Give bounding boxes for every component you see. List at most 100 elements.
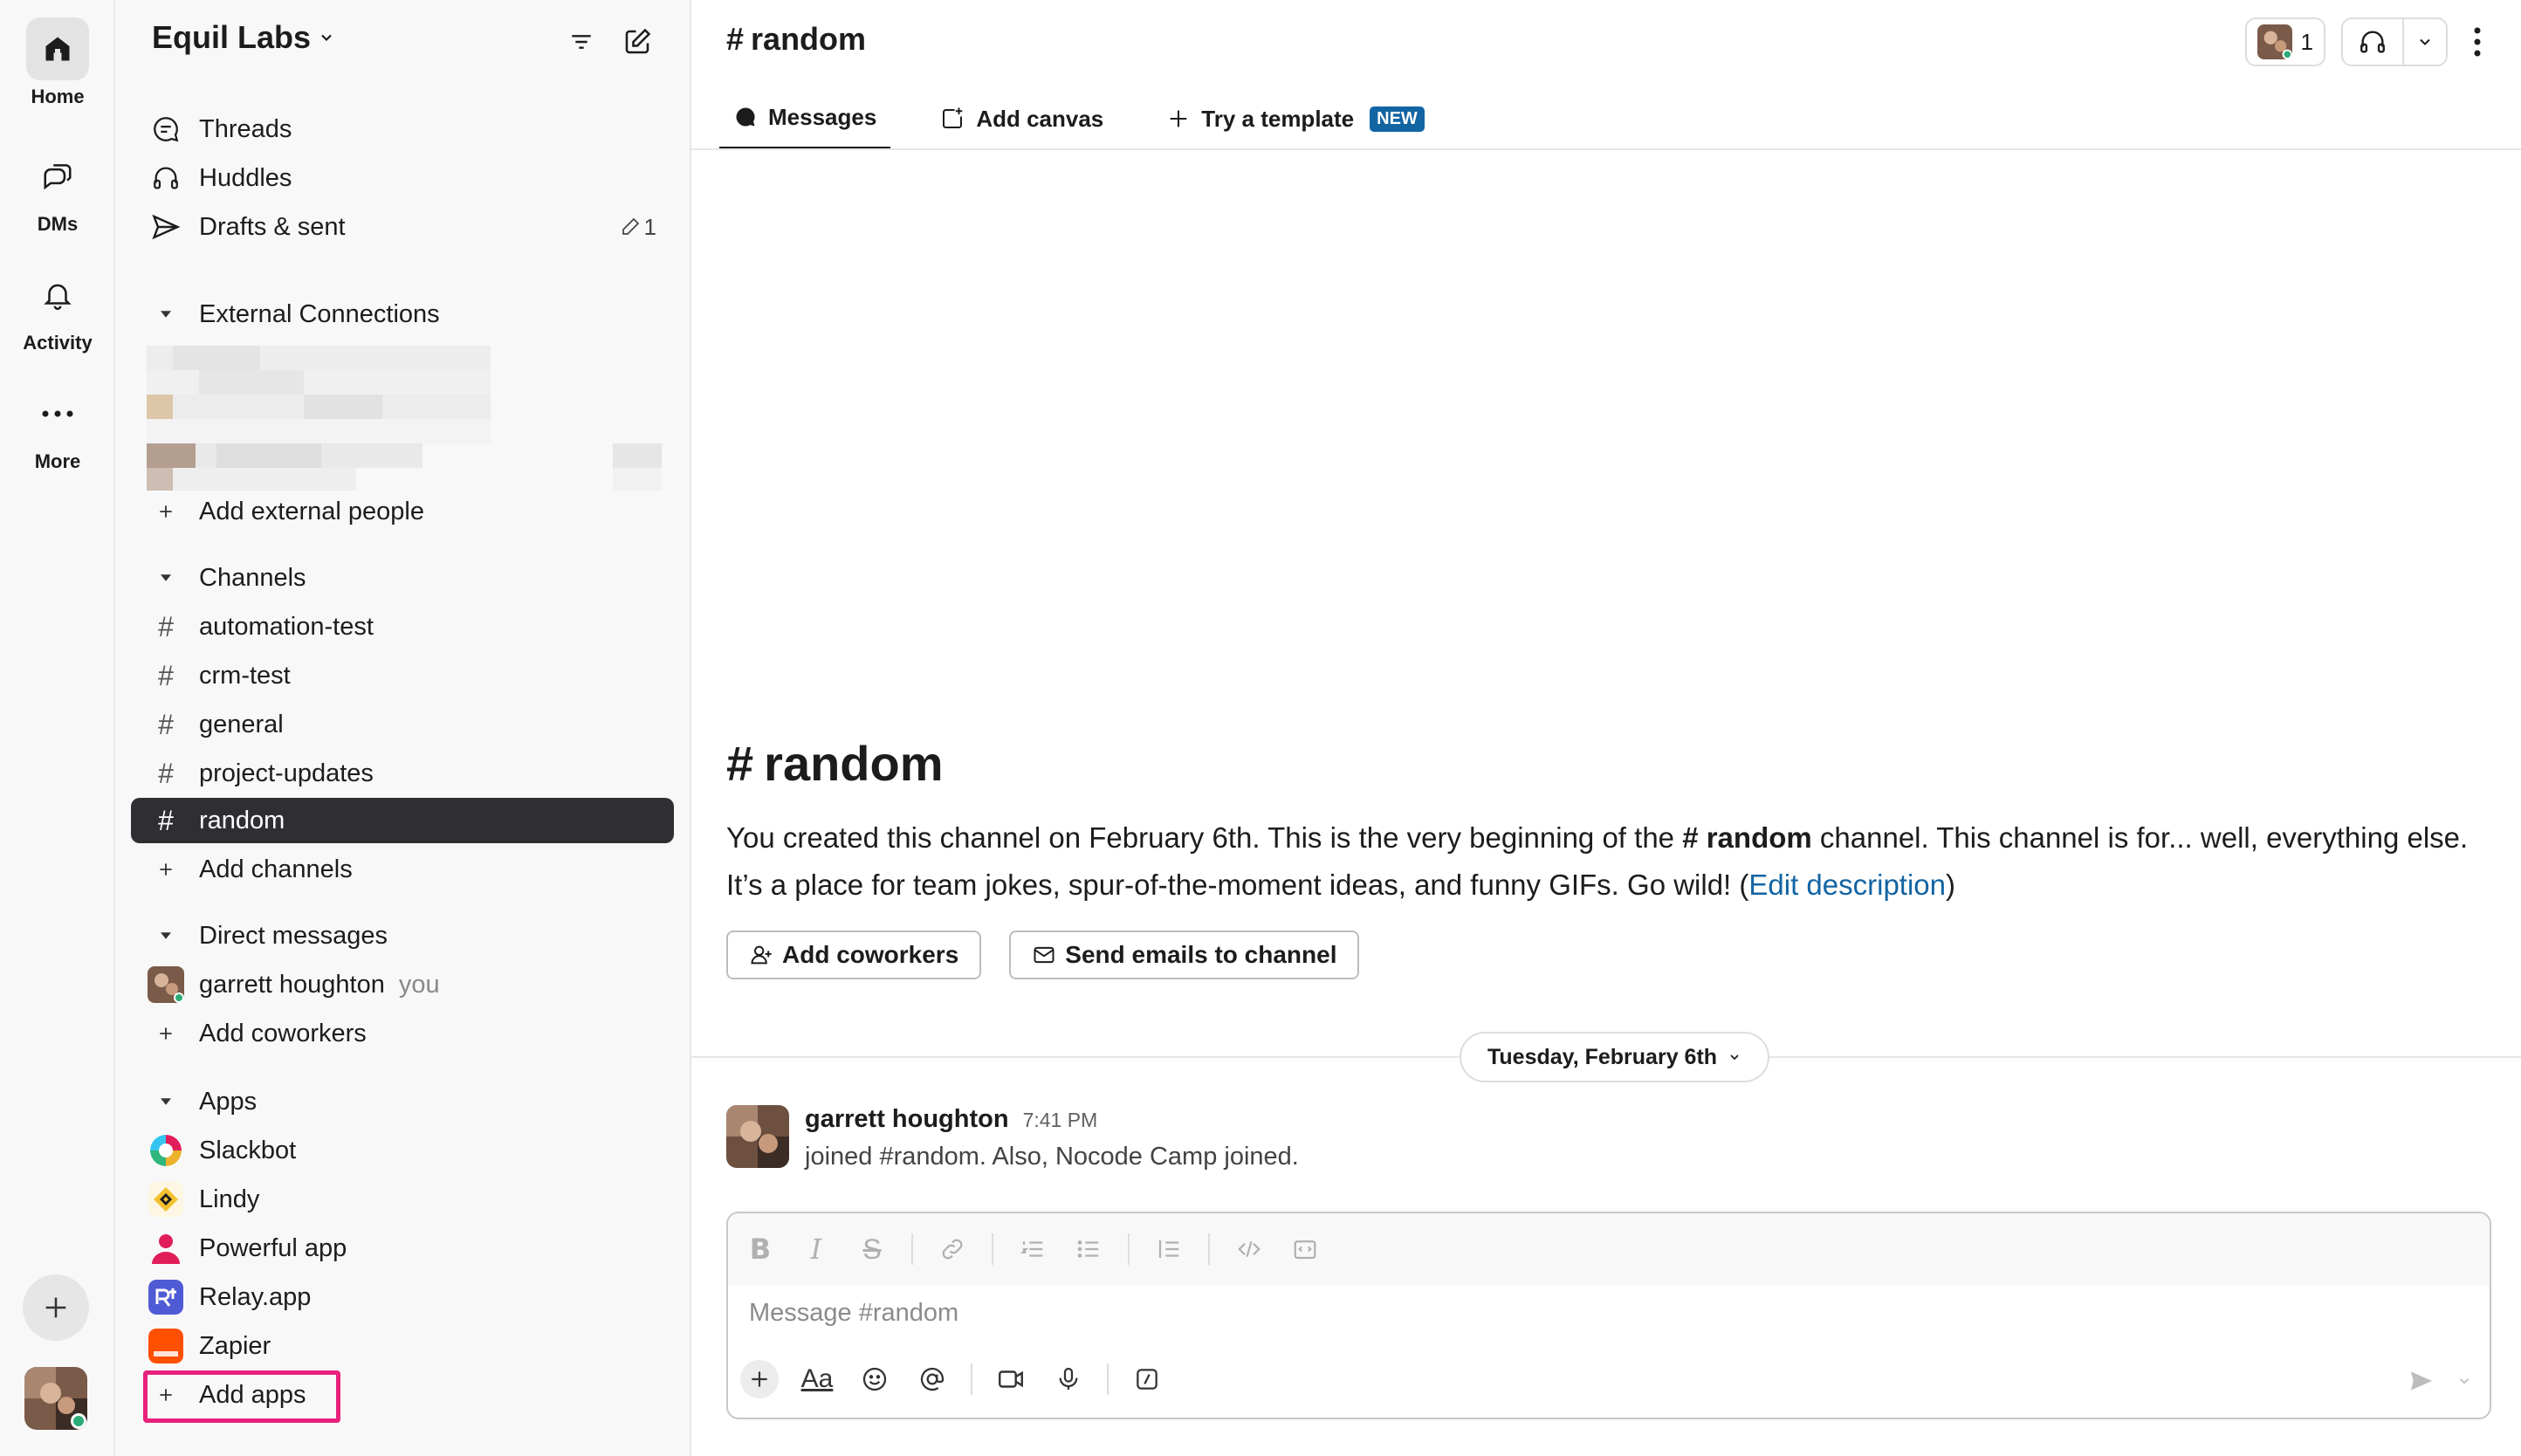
add-coworkers-button[interactable]: Add coworkers [726, 931, 982, 979]
formatting-toggle-icon[interactable]: Aa [798, 1360, 836, 1398]
button-label: Send emails to channel [1065, 941, 1337, 968]
bell-icon [26, 264, 89, 326]
section-apps[interactable]: Apps [131, 1079, 674, 1124]
ordered-list-icon[interactable] [1016, 1233, 1049, 1266]
tab-try-template[interactable]: Try a template NEW [1152, 96, 1439, 141]
button-label: Add coworkers [782, 941, 959, 968]
message-input[interactable]: Message #random [749, 1299, 958, 1328]
link-icon[interactable] [936, 1233, 969, 1266]
intro-channel-ref[interactable]: # random [1682, 821, 1812, 854]
filter-button[interactable] [560, 21, 602, 63]
chevron-down-icon [318, 29, 335, 46]
add-external-people[interactable]: Add external people [131, 489, 674, 534]
send-icon[interactable] [2408, 1367, 2435, 1395]
compose-button[interactable] [616, 21, 658, 63]
sidebar-item-label: Drafts & sent [199, 212, 346, 241]
members-button[interactable]: 1 [2244, 17, 2325, 66]
app-slackbot[interactable]: Slackbot [131, 1128, 674, 1173]
message-content: garrett houghton 7:41 PM joined #random.… [805, 1105, 1299, 1171]
message-item[interactable]: garrett houghton 7:41 PM joined #random.… [726, 1105, 1299, 1171]
channel-more-button[interactable] [2460, 23, 2495, 61]
caret-down-icon [141, 1094, 190, 1109]
app-label: Zapier [199, 1331, 271, 1360]
sidebar-channel-crm-test[interactable]: # crm-test [131, 653, 674, 698]
huddle-options-button[interactable] [2404, 19, 2446, 65]
workspace-switcher[interactable]: Equil Labs [152, 19, 335, 56]
code-block-icon[interactable] [1288, 1233, 1322, 1266]
avatar[interactable] [726, 1105, 789, 1168]
sidebar-item-label: Huddles [199, 163, 292, 192]
section-external-connections[interactable]: External Connections [131, 292, 674, 337]
toolbar-divider [1107, 1363, 1109, 1395]
emoji-icon[interactable] [855, 1360, 894, 1398]
rail-dms[interactable]: DMs [0, 145, 115, 236]
dm-garrett-houghton[interactable]: garrett houghton you [131, 962, 674, 1007]
bold-icon[interactable]: B [744, 1233, 777, 1266]
tab-label: Try a template [1201, 105, 1355, 132]
sidebar-item-drafts[interactable]: Drafts & sent 1 [131, 204, 674, 250]
avatar [141, 966, 190, 1003]
create-new-button[interactable] [23, 1274, 89, 1341]
chevron-down-icon[interactable] [2456, 1373, 2472, 1389]
intro-text-close: ) [1946, 869, 1956, 901]
slackbot-icon [141, 1133, 190, 1168]
message-author[interactable]: garrett houghton [805, 1105, 1009, 1134]
strikethrough-icon[interactable]: S [855, 1233, 889, 1266]
compose-icon [622, 26, 653, 58]
microphone-icon[interactable] [1049, 1360, 1088, 1398]
quote-icon[interactable] [1152, 1233, 1185, 1266]
sidebar-channel-project-updates[interactable]: # project-updates [131, 751, 674, 796]
caret-down-icon [141, 570, 190, 586]
member-count: 1 [2300, 28, 2313, 55]
video-icon[interactable] [992, 1360, 1030, 1398]
pencil-icon [620, 216, 641, 237]
tabs-divider [691, 148, 2521, 150]
sidebar-channel-automation-test[interactable]: # automation-test [131, 604, 674, 649]
app-lindy[interactable]: Lindy [131, 1177, 674, 1222]
headphones-icon [2360, 31, 2385, 53]
attach-plus-icon[interactable] [740, 1360, 779, 1398]
app-relay[interactable]: Relay.app [131, 1274, 674, 1320]
section-direct-messages[interactable]: Direct messages [131, 913, 674, 958]
edit-description-link[interactable]: Edit description [1748, 869, 1946, 901]
rail-activity[interactable]: Activity [0, 264, 115, 354]
section-channels[interactable]: Channels [131, 555, 674, 601]
huddle-controls [2341, 17, 2448, 66]
sidebar-item-huddles[interactable]: Huddles [131, 155, 674, 201]
channel-header-title[interactable]: # random [726, 21, 866, 58]
hash-icon: # [726, 736, 754, 791]
day-divider-button[interactable]: Tuesday, February 6th [1460, 1032, 1770, 1082]
plus-icon [141, 1025, 190, 1042]
tab-label: Add canvas [976, 105, 1104, 132]
message-body: joined #random. Also, Nocode Camp joined… [805, 1143, 1299, 1171]
message-timestamp[interactable]: 7:41 PM [1023, 1109, 1098, 1132]
tab-add-canvas[interactable]: Add canvas [925, 96, 1117, 141]
avatar [2257, 24, 2292, 59]
sidebar-channel-random[interactable]: # random [131, 798, 674, 843]
italic-icon[interactable]: I [800, 1233, 833, 1266]
add-channels[interactable]: Add channels [131, 847, 674, 892]
bullet-list-icon[interactable] [1072, 1233, 1105, 1266]
hash-icon: # [158, 804, 174, 836]
add-coworkers[interactable]: Add coworkers [131, 1011, 674, 1056]
sidebar-channel-general[interactable]: # general [131, 702, 674, 747]
rail-more[interactable]: More [0, 382, 115, 473]
slash-command-icon[interactable] [1128, 1360, 1166, 1398]
header-actions: 1 [2244, 17, 2325, 66]
toolbar-divider [992, 1233, 993, 1265]
code-icon[interactable] [1233, 1233, 1266, 1266]
send-controls [2408, 1367, 2472, 1395]
sidebar-item-threads[interactable]: Threads [131, 106, 674, 152]
huddle-button[interactable] [2343, 19, 2404, 65]
send-emails-button[interactable]: Send emails to channel [1009, 931, 1360, 979]
user-avatar[interactable] [24, 1367, 87, 1430]
channel-label: general [199, 710, 284, 738]
app-zapier[interactable]: Zapier [131, 1323, 674, 1369]
section-label: Channels [199, 563, 306, 592]
tab-messages[interactable]: Messages [719, 96, 891, 150]
rail-home[interactable]: Home [0, 17, 115, 108]
app-label: Slackbot [199, 1136, 297, 1164]
app-powerful-app[interactable]: Powerful app [131, 1226, 674, 1271]
mention-icon[interactable] [913, 1360, 951, 1398]
add-person-icon [749, 943, 773, 967]
